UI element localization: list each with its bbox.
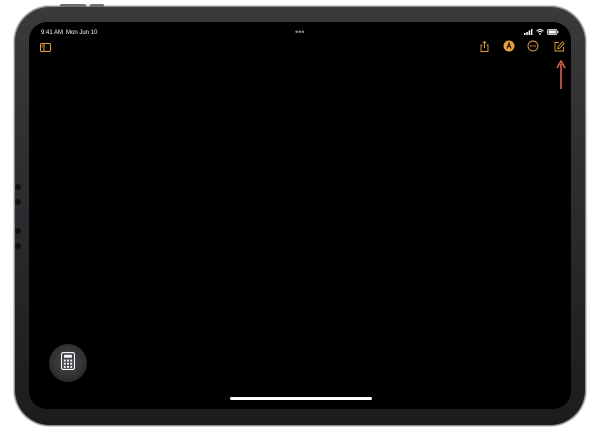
compose-button[interactable] (553, 39, 565, 57)
annotation-arrow (556, 60, 566, 95)
share-icon (480, 39, 489, 57)
wifi-icon (536, 29, 544, 37)
status-bar: 9:41 AM Mon Jun 10 ••• (29, 22, 571, 42)
cellular-signal-icon (524, 29, 533, 37)
markup-pen-icon (503, 39, 515, 57)
battery-icon (547, 29, 559, 37)
home-indicator[interactable] (230, 397, 372, 400)
sidebar-toggle-icon (39, 39, 51, 57)
compose-icon (554, 39, 565, 57)
side-sensor (15, 184, 21, 190)
share-button[interactable] (478, 39, 490, 57)
screen: 9:41 AM Mon Jun 10 ••• (29, 22, 571, 409)
side-sensor (15, 243, 21, 249)
more-button[interactable] (527, 39, 539, 57)
more-ellipsis-icon (527, 39, 539, 57)
calculator-button[interactable] (49, 344, 87, 382)
markup-button[interactable] (503, 39, 515, 57)
status-date: Mon Jun 10 (66, 30, 98, 36)
side-sensor (15, 228, 21, 234)
multitask-menu[interactable]: ••• (295, 27, 304, 37)
calculator-icon (60, 351, 76, 375)
status-time: 9:41 AM (41, 30, 64, 36)
volume-button (90, 4, 104, 7)
sidebar-toggle-button[interactable] (39, 42, 51, 54)
status-indicators (524, 29, 559, 37)
top-button (60, 4, 86, 7)
side-sensor (16, 214, 20, 218)
side-sensor (15, 199, 21, 205)
